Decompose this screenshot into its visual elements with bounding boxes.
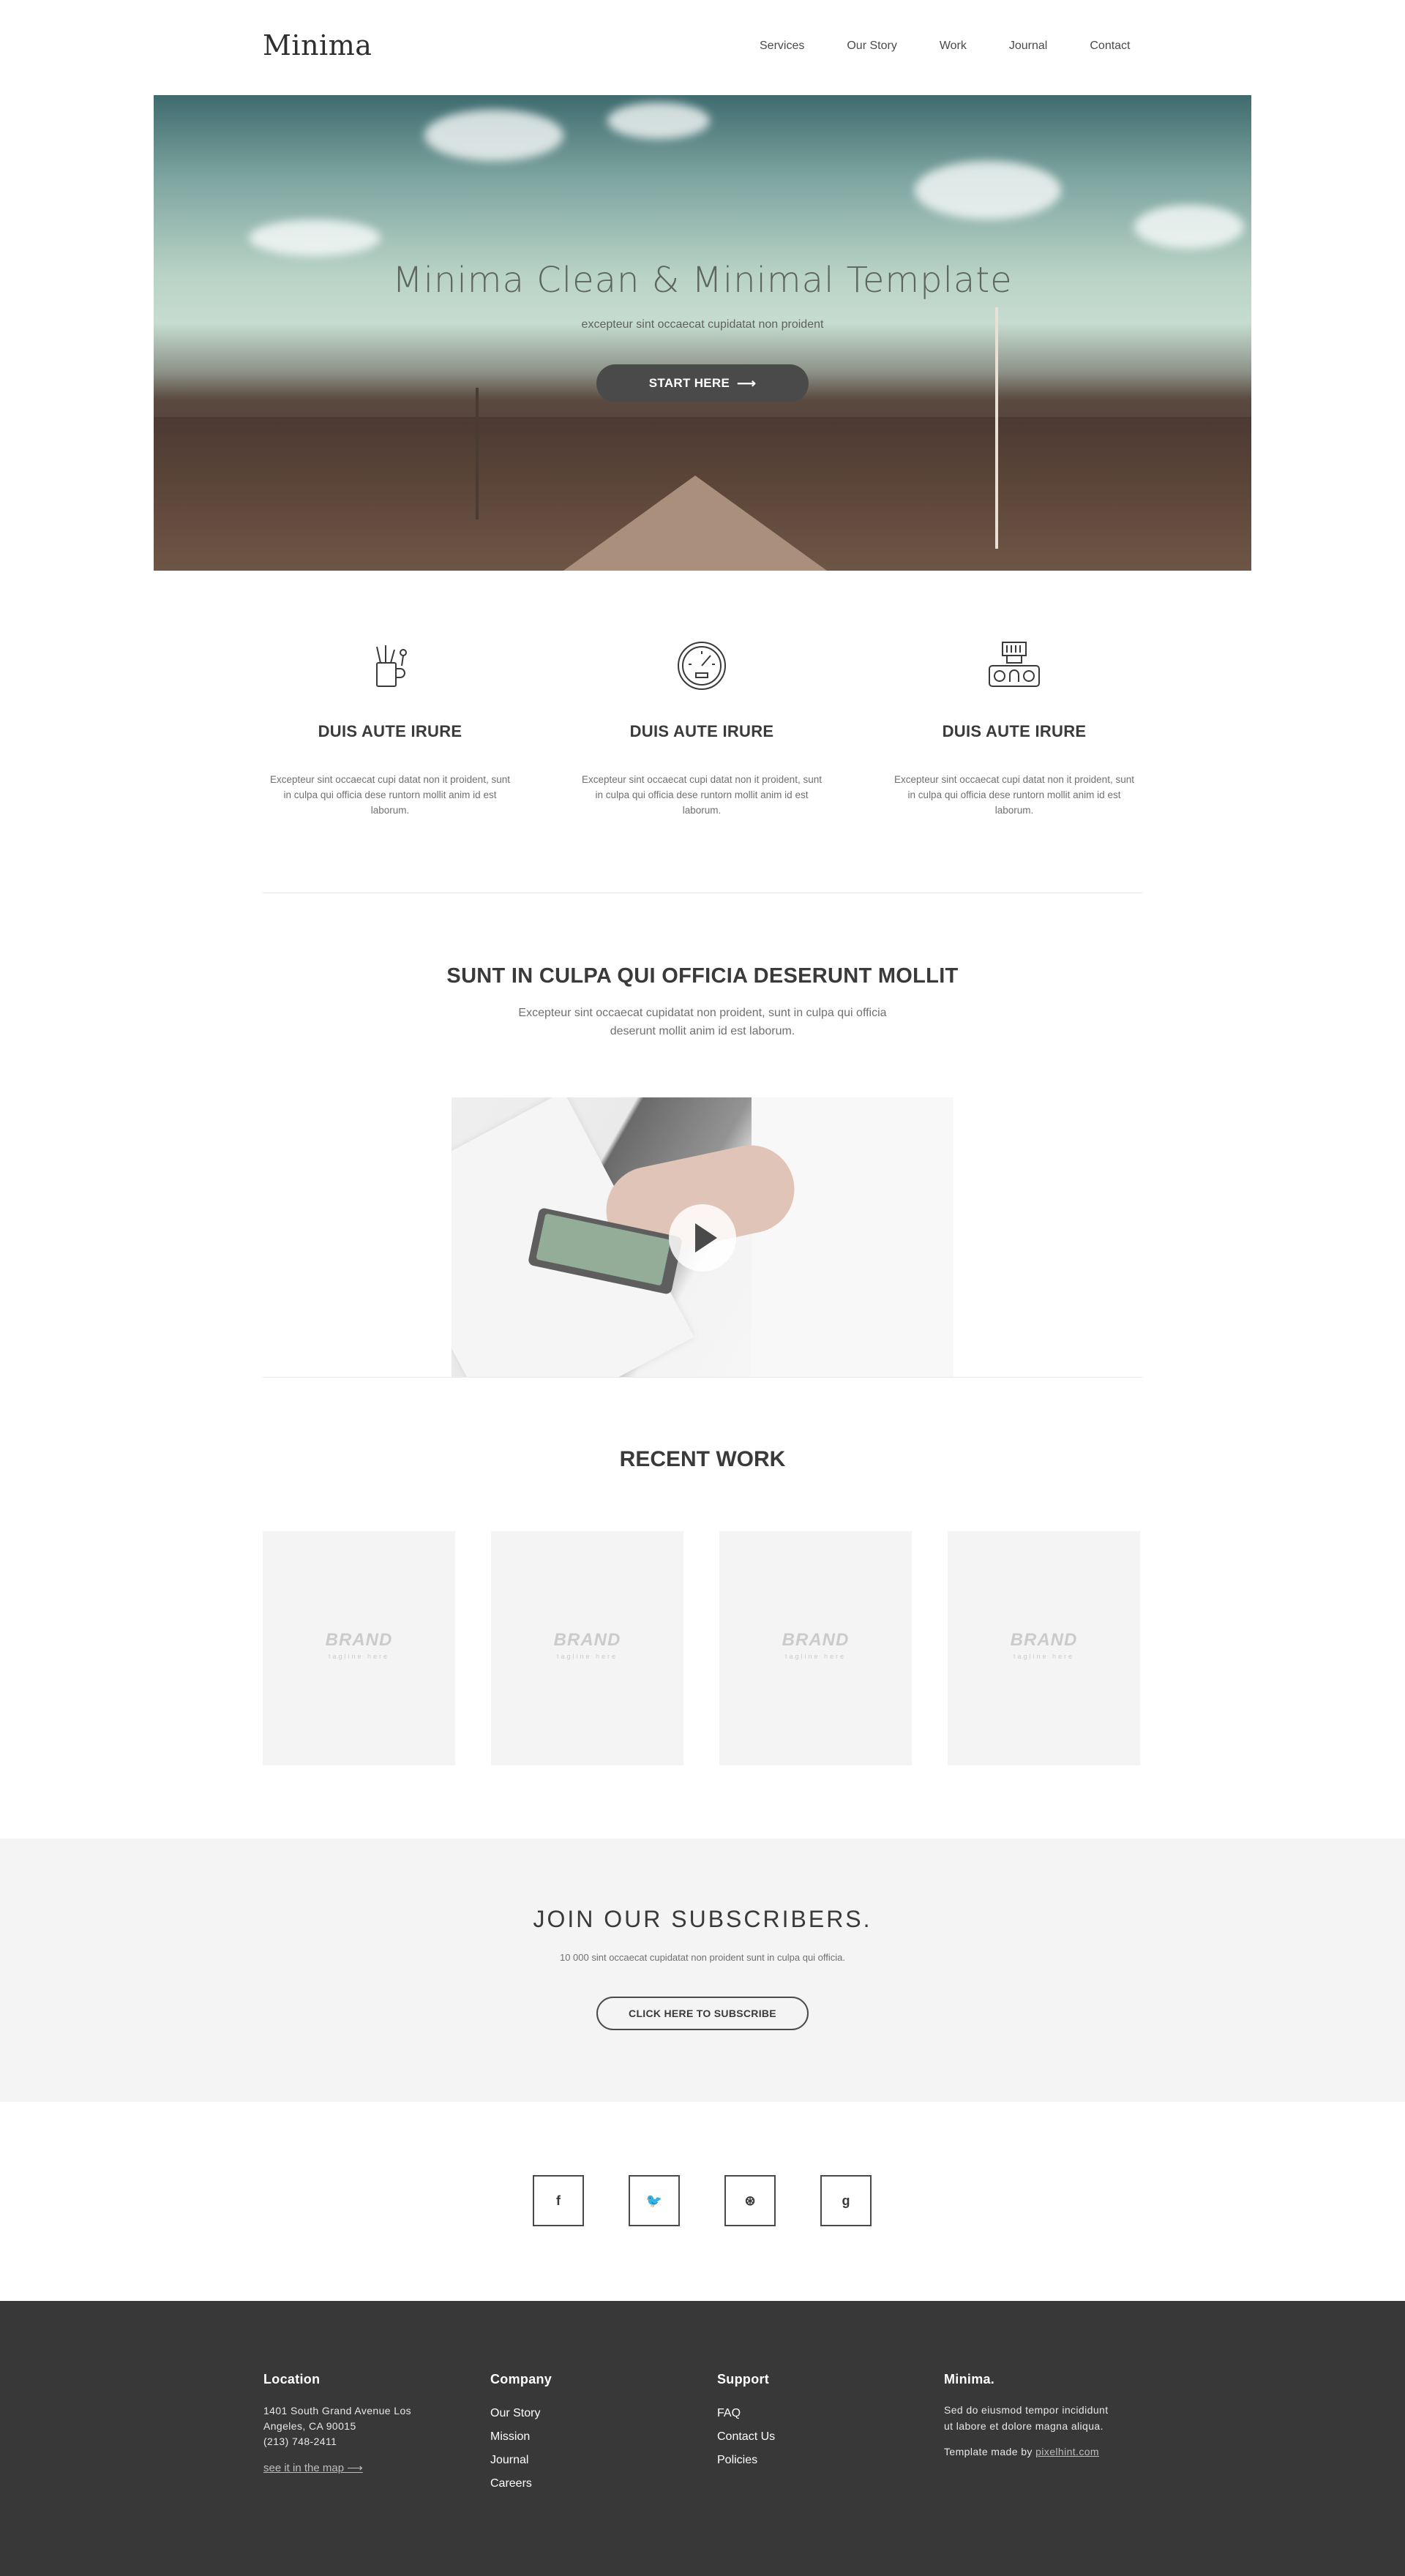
footer-company-title: Company: [490, 2372, 552, 2387]
feature-card: DUIS AUTE IRURE Excepteur sint occaecat …: [577, 637, 826, 818]
twitter-icon[interactable]: 🐦: [629, 2175, 680, 2226]
footer-support-title: Support: [717, 2372, 770, 2387]
main-nav: Services Our Story Work Journal Contact: [760, 40, 1131, 53]
credit-link[interactable]: pixelhint.com: [1035, 2446, 1099, 2457]
footer-about: Minima. Sed do eiusmod tempor incididunt…: [944, 2372, 1156, 2457]
work-brand: BRAND: [1010, 1630, 1078, 1650]
footer-company-links: Our Story Mission Journal Careers: [490, 2402, 637, 2496]
nav-link-contact[interactable]: Contact: [1090, 40, 1130, 53]
site-header: Minima Services Our Story Work Journal C…: [0, 0, 1405, 95]
dribbble-icon[interactable]: ⊛: [724, 2175, 776, 2226]
site-logo[interactable]: Minima: [263, 29, 372, 61]
hero-cloud: [1134, 205, 1244, 249]
phone-number: (213) 748-2411: [263, 2436, 337, 2447]
video-player[interactable]: [452, 1097, 953, 1377]
work-brand: BRAND: [782, 1630, 850, 1650]
hero-title: Minima Clean & Minimal Template: [392, 260, 1013, 301]
hero-cloud: [424, 110, 563, 161]
feature-text: Excepteur sint occaecat cupi datat non i…: [894, 774, 1134, 816]
facebook-icon[interactable]: f: [533, 2175, 584, 2226]
google-plus-icon[interactable]: g: [820, 2175, 872, 2226]
section-divider: [263, 1377, 1142, 1378]
camera-gear-icon: [989, 642, 1040, 687]
work-tagline: tagline here: [1013, 1653, 1075, 1660]
intro-title: SUNT IN CULPA QUI OFFICIA DESERUNT MOLLI…: [446, 964, 959, 988]
footer-link-faq[interactable]: FAQ: [717, 2402, 863, 2425]
pencil-cup-icon: [376, 645, 407, 687]
site-footer: Location 1401 South Grand Avenue Los Ang…: [0, 2301, 1405, 2576]
work-brand: BRAND: [325, 1630, 393, 1650]
hero-tree: [995, 307, 998, 549]
footer-address: 1401 South Grand Avenue Los Angeles, CA …: [263, 2403, 454, 2449]
address-line2: Angeles, CA 90015: [263, 2420, 356, 2432]
speedometer-icon: [678, 642, 726, 690]
feature-text: Excepteur sint occaecat cupi datat non i…: [270, 774, 510, 816]
work-tile[interactable]: BRAND tagline here: [491, 1531, 683, 1765]
footer-link-mission[interactable]: Mission: [490, 2425, 637, 2449]
hero-road: [563, 476, 827, 571]
subscribe-text: 10 000 sint occaecat cupidatat non proid…: [559, 1952, 846, 1963]
nav-link-journal[interactable]: Journal: [1009, 40, 1047, 53]
nav-link-our-story[interactable]: Our Story: [847, 40, 896, 53]
hero-cloud: [249, 219, 381, 256]
footer-about-text: Sed do eiusmod tempor incididunt ut labo…: [944, 2402, 1156, 2434]
hero-subtitle: excepteur sint occaecat cupidatat non pr…: [581, 318, 824, 331]
address-line1: 1401 South Grand Avenue Los: [263, 2405, 412, 2417]
footer-link-policies[interactable]: Policies: [717, 2449, 863, 2472]
work-tagline: tagline here: [556, 1653, 618, 1660]
footer-company: Company Our Story Mission Journal Career…: [490, 2372, 637, 2496]
credit-prefix: Template made by: [944, 2446, 1033, 2457]
feature-title: DUIS AUTE IRURE: [629, 722, 774, 740]
feature-card: DUIS AUTE IRURE Excepteur sint occaecat …: [890, 637, 1139, 818]
work-tagline: tagline here: [328, 1653, 390, 1660]
subscribe-button[interactable]: CLICK HERE TO SUBSCRIBE: [596, 1997, 809, 2030]
about-line2: ut labore et dolore magna aliqua.: [944, 2420, 1104, 2432]
footer-credit: Template made by pixelhint.com: [944, 2446, 1156, 2457]
footer-link-journal[interactable]: Journal: [490, 2449, 637, 2472]
footer-support-links: FAQ Contact Us Policies: [717, 2402, 863, 2472]
work-brand: BRAND: [553, 1630, 621, 1650]
nav-link-work[interactable]: Work: [940, 40, 967, 53]
footer-link-contact-us[interactable]: Contact Us: [717, 2425, 863, 2449]
feature-text: Excepteur sint occaecat cupi datat non i…: [582, 774, 822, 816]
footer-support: Support FAQ Contact Us Policies: [717, 2372, 863, 2472]
map-link[interactable]: see it in the map ⟶: [263, 2461, 454, 2474]
start-here-button[interactable]: START HERE ⟶: [596, 364, 809, 402]
hero-banner: Minima Clean & Minimal Template excepteu…: [154, 95, 1251, 571]
start-here-label: START HERE: [648, 376, 730, 390]
footer-location: Location 1401 South Grand Avenue Los Ang…: [263, 2372, 454, 2474]
work-tile[interactable]: BRAND tagline here: [719, 1531, 912, 1765]
work-tile[interactable]: BRAND tagline here: [948, 1531, 1140, 1765]
recent-work-title: RECENT WORK: [619, 1447, 786, 1471]
intro-text: Excepteur sint occaecat cupidatat non pr…: [518, 1007, 887, 1037]
nav-link-services[interactable]: Services: [760, 40, 804, 53]
feature-title: DUIS AUTE IRURE: [318, 722, 462, 740]
footer-about-title: Minima.: [944, 2372, 995, 2387]
footer-link-careers[interactable]: Careers: [490, 2472, 637, 2496]
arrow-right-icon: ⟶: [737, 375, 757, 391]
hero-cloud: [915, 161, 1061, 219]
hero-cloud: [607, 102, 710, 139]
work-tagline: tagline here: [784, 1653, 847, 1660]
feature-card: DUIS AUTE IRURE Excepteur sint occaecat …: [266, 637, 514, 818]
work-tile[interactable]: BRAND tagline here: [263, 1531, 455, 1765]
subscribe-section: JOIN OUR SUBSCRIBERS. 10 000 sint occaec…: [0, 1839, 1405, 2102]
footer-link-our-story[interactable]: Our Story: [490, 2402, 637, 2425]
about-line1: Sed do eiusmod tempor incididunt: [944, 2404, 1109, 2416]
feature-title: DUIS AUTE IRURE: [942, 722, 1087, 740]
subscribe-title: JOIN OUR SUBSCRIBERS.: [533, 1906, 872, 1932]
footer-location-title: Location: [263, 2372, 321, 2387]
hero-tree: [476, 388, 479, 519]
play-icon[interactable]: [669, 1204, 736, 1272]
